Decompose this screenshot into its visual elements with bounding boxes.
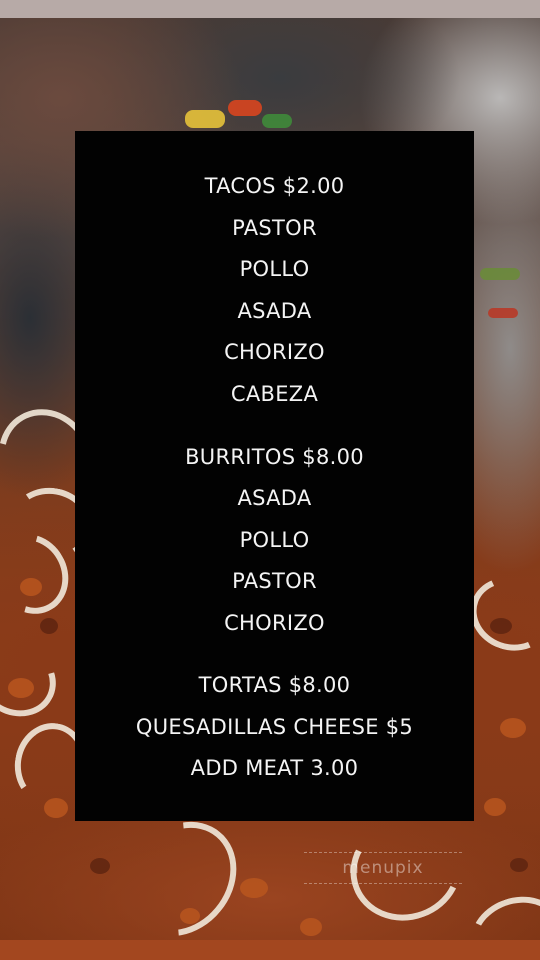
meat-speck	[484, 798, 506, 816]
meat-speck	[490, 618, 512, 634]
meat-speck	[300, 918, 322, 936]
meat-speck	[510, 858, 528, 872]
tortas-line: TORTAS $8.00	[198, 673, 351, 697]
menu-panel: TACOS $2.00 PASTOR POLLO ASADA CHORIZO C…	[75, 131, 474, 821]
burrito-item-pollo: POLLO	[239, 528, 310, 552]
meat-speck	[90, 858, 110, 874]
add-meat-line: ADD MEAT 3.00	[190, 756, 359, 780]
taco-item-cabeza: CABEZA	[230, 382, 319, 406]
taco-item-asada: ASADA	[237, 299, 312, 323]
bottom-border	[0, 940, 540, 960]
pepper-piece	[488, 308, 518, 318]
pepper-piece	[480, 268, 520, 280]
menu-image: TACOS $2.00 PASTOR POLLO ASADA CHORIZO C…	[0, 0, 540, 960]
burrito-item-asada: ASADA	[237, 486, 312, 510]
quesadillas-line: QUESADILLAS CHEESE $5	[135, 715, 414, 739]
onion-slice	[460, 884, 540, 940]
meat-speck	[8, 678, 34, 698]
pepper-piece	[185, 110, 225, 128]
burrito-item-chorizo: CHORIZO	[224, 611, 325, 635]
pepper-piece	[228, 100, 262, 116]
pepper-piece	[262, 114, 292, 128]
watermark-logo: menupix	[304, 852, 462, 884]
meat-speck	[180, 908, 200, 924]
burrito-item-pastor: PASTOR	[232, 569, 317, 593]
meat-speck	[44, 798, 68, 818]
meat-speck	[500, 718, 526, 738]
meat-speck	[240, 878, 268, 898]
meat-speck	[20, 578, 42, 596]
burritos-header: BURRITOS $8.00	[185, 445, 364, 469]
onion-slice	[0, 627, 70, 731]
taco-item-pollo: POLLO	[239, 257, 310, 281]
taco-item-pastor: PASTOR	[232, 216, 317, 240]
top-border	[0, 0, 540, 18]
meat-speck	[40, 618, 58, 634]
taco-item-chorizo: CHORIZO	[224, 340, 325, 364]
tacos-header: TACOS $2.00	[204, 174, 345, 198]
